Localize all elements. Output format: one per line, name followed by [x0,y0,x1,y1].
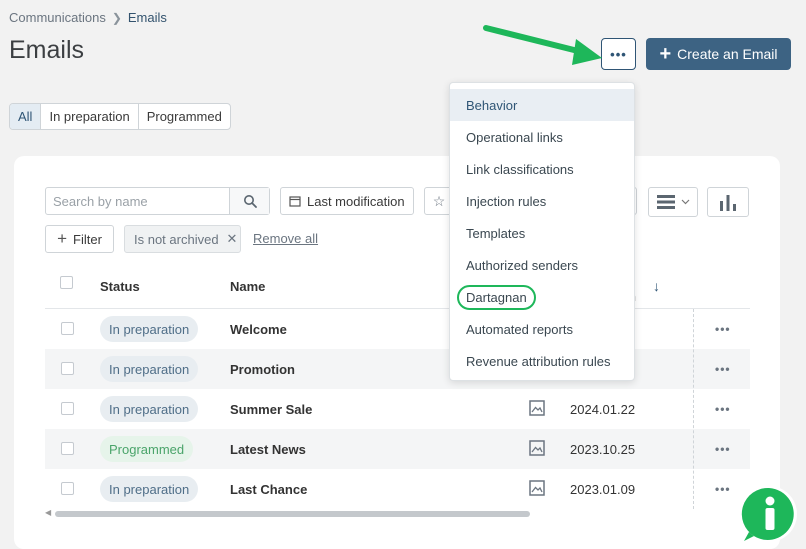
tab-programmed[interactable]: Programmed [139,104,230,129]
table-row[interactable]: In preparation Summer Sale 2024.01.22 ••… [45,389,750,429]
menu-item-authorized-senders[interactable]: Authorized senders [450,249,634,281]
table-row[interactable]: In preparation Last Chance 2023.01.09 ••… [45,469,750,509]
search-box: Search by name [45,187,270,215]
tab-in-preparation[interactable]: In preparation [41,104,139,129]
remove-all-link[interactable]: Remove all [253,231,318,246]
status-badge: In preparation [100,476,199,502]
menu-item-automated-reports[interactable]: Automated reports [450,313,634,345]
column-header-name[interactable]: Name [230,279,265,294]
menu-item-link-classifications[interactable]: Link classifications [450,153,634,185]
image-icon [529,480,545,496]
statistics-button[interactable] [707,187,749,217]
plus-icon: + [659,43,672,65]
menu-item-injection-rules[interactable]: Injection rules [450,185,634,217]
row-checkbox[interactable] [61,322,74,335]
actions-column-divider [693,309,694,509]
create-email-button[interactable]: + Create an Email [646,38,791,70]
more-options-menu: Behavior Operational links Link classifi… [449,82,635,381]
row-actions-button[interactable]: ••• [715,482,731,496]
sort-label: Last modification [307,193,405,209]
menu-item-behavior[interactable]: Behavior [450,89,634,121]
calendar-icon [289,196,301,207]
row-checkbox[interactable] [61,402,74,415]
table-row[interactable]: In preparation Promotion ••• [45,349,750,389]
horizontal-scrollbar[interactable]: ◀ [45,508,750,518]
menu-item-revenue-attribution-rules[interactable]: Revenue attribution rules [450,345,634,377]
email-date: 2024.01.22 [570,402,636,417]
menu-item-templates[interactable]: Templates [450,217,634,249]
breadcrumb-current: Emails [127,10,167,25]
chevron-down-icon [681,199,689,205]
column-header-status[interactable]: Status [100,279,140,294]
email-date: 2023.10.25 [570,442,636,457]
email-name[interactable]: Welcome [230,322,287,337]
row-checkbox[interactable] [61,482,74,495]
image-icon [529,400,545,416]
status-tabs: All In preparation Programmed [9,103,231,130]
active-filter-chip: Is not archived ✕ [124,225,241,253]
annotation-arrow [483,25,602,65]
table-row[interactable]: In preparation Welcome ••• [45,309,750,349]
email-name[interactable]: Summer Sale [230,402,312,417]
row-actions-button[interactable]: ••• [715,362,731,376]
search-icon [243,195,257,208]
menu-item-dartagnan-label: Dartagnan [457,284,536,310]
active-filter-label: Is not archived [134,231,219,247]
email-name[interactable]: Promotion [230,362,295,377]
scroll-left-icon[interactable]: ◀ [45,508,51,517]
sort-dropdown[interactable]: Last modification [280,187,414,215]
tab-all[interactable]: All [10,104,42,129]
info-icon[interactable] [740,484,800,544]
menu-item-operational-links[interactable]: Operational links [450,121,634,153]
scrollbar-thumb[interactable] [55,511,530,517]
filter-button[interactable]: + Filter [45,225,114,253]
plus-icon: + [57,229,68,248]
row-checkbox[interactable] [61,362,74,375]
close-icon[interactable]: ✕ [227,231,238,247]
table-row[interactable]: Programmed Latest News 2023.10.25 ••• [45,429,750,469]
status-badge: Programmed [100,436,194,462]
view-mode-dropdown[interactable] [648,187,698,217]
chevron-right-icon: ❯ [111,10,122,25]
create-email-label: Create an Email [677,46,778,62]
breadcrumb-parent[interactable]: Communications [9,10,106,25]
email-name[interactable]: Latest News [230,442,306,457]
status-badge: In preparation [100,356,199,382]
email-name[interactable]: Last Chance [230,482,307,497]
row-actions-button[interactable]: ••• [715,402,731,416]
star-icon: ☆ [432,192,446,209]
search-input[interactable]: Search by name [46,188,229,214]
menu-item-dartagnan[interactable]: Dartagnan [450,281,634,313]
row-actions-button[interactable]: ••• [715,322,731,336]
search-button[interactable] [229,188,269,214]
status-badge: In preparation [100,316,199,342]
list-view-icon [656,195,675,209]
image-icon [529,440,545,456]
sort-descending-icon[interactable]: ↓ [653,278,660,294]
row-actions-button[interactable]: ••• [715,442,731,456]
select-all-checkbox[interactable] [60,276,73,289]
filter-label: Filter [73,231,102,247]
bar-chart-icon [720,195,736,211]
breadcrumb: Communications ❯ Emails [9,10,167,25]
row-checkbox[interactable] [61,442,74,455]
status-badge: In preparation [100,396,199,422]
page-title: Emails [9,36,85,64]
email-date: 2023.01.09 [570,482,636,497]
